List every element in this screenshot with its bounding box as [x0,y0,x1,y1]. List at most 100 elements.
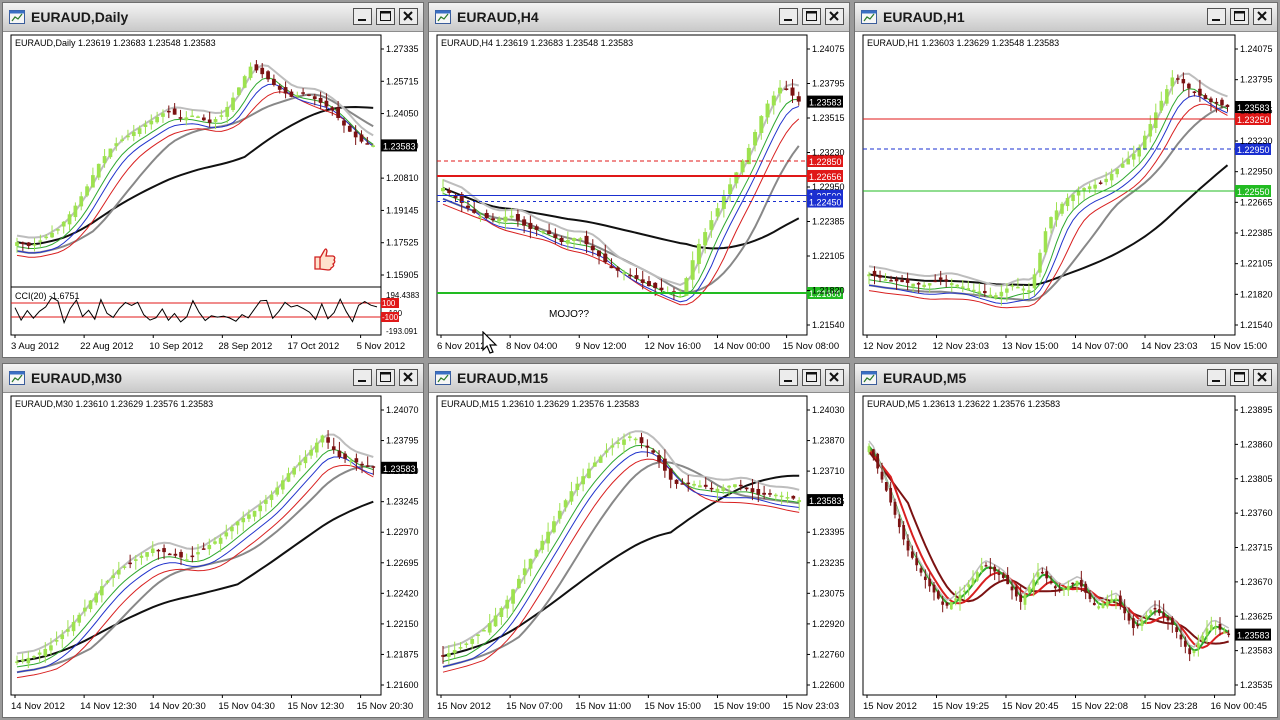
candle-body [37,652,42,655]
maximize-button[interactable] [1230,8,1249,25]
chart-window-icon [861,10,877,24]
minimize-icon [358,380,366,382]
candle-body [1049,217,1053,229]
maximize-icon [806,11,817,21]
maximize-button[interactable] [376,369,395,386]
candle-body [515,214,520,221]
candle-body [1101,603,1105,609]
window-titlebar[interactable]: EURAUD,H4 [429,3,849,32]
candle-body [796,96,801,102]
candle-body [336,107,340,118]
chart-window-daily[interactable]: EURAUD,Daily1.273351.257151.240501.22430… [2,2,424,358]
candle-body [910,551,914,558]
candle-body [653,282,658,289]
candle-body [738,484,743,487]
candle-body [604,450,609,453]
chart-window-m5[interactable]: EURAUD,M5 1.23895 1.23860 1.23805 1.23760 1.2… [854,363,1278,718]
maximize-button[interactable] [1230,369,1249,386]
candle-body [668,468,673,480]
candle-body [96,163,101,178]
candle-body [955,284,960,287]
close-button[interactable] [399,8,418,25]
candle-body [505,599,510,609]
cci-level-value: 100 [382,299,396,308]
candle-body [1066,585,1070,591]
candle-body [1021,288,1026,291]
close-button[interactable] [399,369,418,386]
candle-body [534,549,539,557]
price-chart[interactable]: 1.228501.226561.225001.224501.218001.240… [429,31,849,357]
candle-body [639,437,644,444]
candle-body [1209,98,1213,103]
price-axis-label: 1.21820 [1240,289,1273,299]
candle-body [572,238,577,242]
candle-body [640,279,645,283]
minimize-button[interactable] [779,369,798,386]
candle-body [207,544,212,550]
chart-window-h4[interactable]: EURAUD,H41.228501.226561.225001.224501.2… [428,2,850,358]
price-axis-label: 1.22600 [812,680,845,690]
maximize-icon [1234,11,1245,21]
time-axis-label: 15 Nov 23:28 [1141,701,1198,712]
time-axis-label: 15 Nov 23:03 [783,701,840,712]
candle-body [922,284,926,288]
minimize-button[interactable] [353,369,372,386]
candle-body [928,578,932,587]
maximize-button[interactable] [802,369,821,386]
price-chart[interactable]: 1.240301.238701.237101.235551.233951.232… [429,392,849,717]
minimize-button[interactable] [779,8,798,25]
candle-body [173,553,178,556]
candle-body [301,92,305,94]
time-axis-label: 15 Nov 22:08 [1072,701,1129,712]
maximize-button[interactable] [802,8,821,25]
window-titlebar[interactable]: EURAUD,H1 [855,3,1277,32]
candle-body [933,280,937,283]
candle-body [1054,210,1059,220]
window-titlebar[interactable]: EURAUD,Daily [3,3,423,32]
candle-body [773,494,778,497]
close-button[interactable] [825,369,844,386]
candle-body [1032,579,1036,591]
candle-body [915,558,919,566]
window-titlebar[interactable]: EURAUD,M5 [855,364,1277,393]
chart-window-icon [9,10,25,24]
chart-window-m15[interactable]: EURAUD,M151.240301.238701.237101.235551.… [428,363,850,718]
candle-body [242,76,247,88]
candle-body [1176,78,1180,80]
close-button[interactable] [1253,8,1272,25]
time-axis-label: 22 Aug 2012 [80,341,133,352]
candle-body [289,91,294,97]
minimize-button[interactable] [353,8,372,25]
candle-body [1227,633,1231,636]
candle-body [1088,593,1092,599]
price-chart[interactable]: 1.240701.237951.235201.232451.229701.226… [3,392,423,717]
maximize-button[interactable] [376,8,395,25]
price-chart[interactable]: 1.273351.257151.240501.224301.208101.191… [3,31,423,357]
maximize-icon [1234,372,1245,382]
close-button[interactable] [1253,369,1272,386]
candle-body [1201,635,1205,642]
candle-body [1149,610,1153,614]
minimize-button[interactable] [1207,369,1226,386]
price-axis-label: 1.22950 [812,182,845,192]
chart-window-m30[interactable]: EURAUD,M301.240701.237951.235201.232451.… [2,363,424,718]
candle-body [709,487,714,490]
window-titlebar[interactable]: EURAUD,M15 [429,364,849,393]
price-chart[interactable]: 1.23250 1.22950 1.22550 1.24075 1.23795 1.235… [855,31,1277,357]
minimize-button[interactable] [1207,8,1226,25]
candle-body [906,540,910,551]
chart-window-h1[interactable]: EURAUD,H1 1.23250 1.22950 1.22550 1.24075 1.2… [854,2,1278,358]
candle-body [487,623,492,633]
candle-body [733,484,737,488]
candle-body [254,64,259,71]
window-titlebar[interactable]: EURAUD,M30 [3,364,423,393]
close-button[interactable] [825,8,844,25]
candle-body [967,584,971,588]
candle-body [975,572,979,581]
candle-body [309,449,313,456]
candle-body [657,455,661,462]
candle-body [15,242,19,246]
candle-body [184,559,189,561]
price-chart[interactable]: 1.23895 1.23860 1.23805 1.23760 1.23715 1.236… [855,392,1277,717]
price-level-value: 1.22450 [809,198,842,208]
